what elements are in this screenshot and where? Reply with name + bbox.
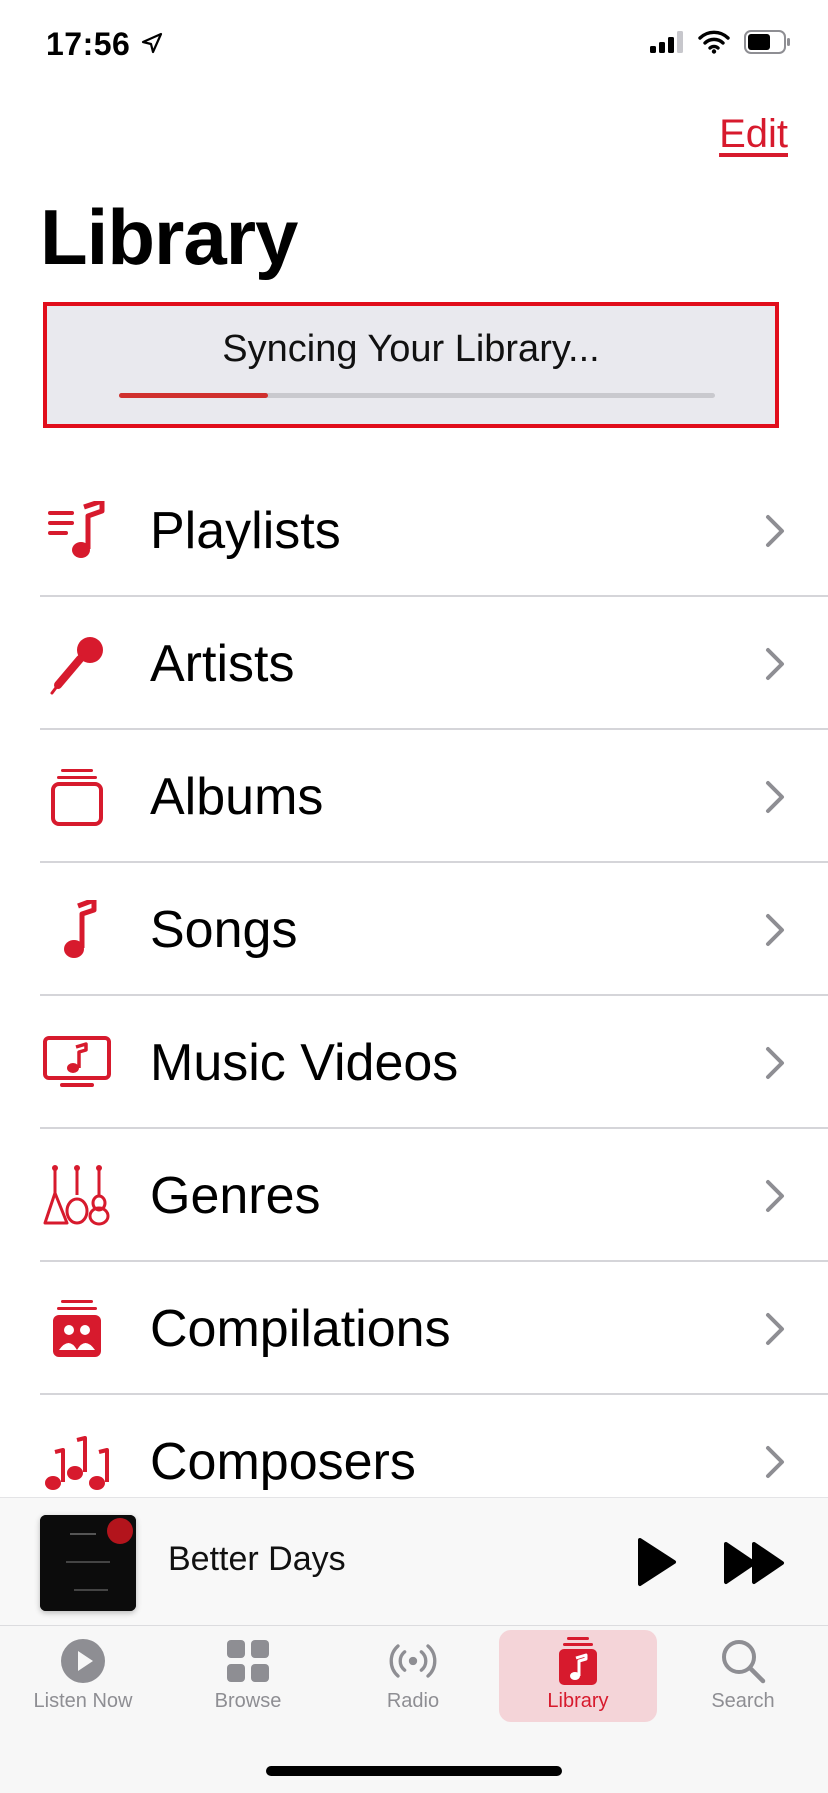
library-item-label: Compilations [150,1299,451,1358]
chevron-right-icon [760,777,790,817]
edit-button[interactable]: Edit [719,112,788,157]
cellular-signal-icon [650,31,684,58]
tab-label: Radio [386,1690,440,1712]
sync-progress-bar [119,393,715,398]
library-item-label: Genres [150,1166,321,1225]
album-stack-icon [40,760,114,834]
tab-library[interactable]: Library [499,1630,657,1722]
tab-label: Library [547,1690,609,1712]
library-item-songs[interactable]: Songs [40,863,828,996]
chevron-right-icon [760,1043,790,1083]
sync-status-text: Syncing Your Library... [222,328,600,370]
sync-status-banner: Syncing Your Library... [43,302,779,428]
library-item-compilations[interactable]: Compilations [40,1262,828,1395]
now-playing-title: Better Days [168,1540,346,1578]
mini-player[interactable]: Better Days [0,1497,828,1626]
chevron-right-icon [760,644,790,684]
library-item-label: Artists [150,634,295,693]
status-time-text: 17:56 [46,26,131,62]
tab-search[interactable]: Search [664,1630,822,1722]
microphone-icon [40,627,114,701]
music-note-icon [40,893,114,967]
home-indicator[interactable] [266,1766,562,1776]
tv-music-icon [40,1026,114,1100]
music-notes-icon [40,1425,114,1499]
library-item-label: Playlists [150,501,341,560]
chevron-right-icon [760,1309,790,1349]
page-title: Library [40,193,298,281]
guitars-icon [40,1159,114,1233]
status-bar-time: 17:56 [46,26,164,63]
library-item-label: Albums [150,767,324,826]
library-item-genres[interactable]: Genres [40,1129,828,1262]
tab-browse[interactable]: Browse [169,1630,327,1722]
library-item-label: Music Videos [150,1033,459,1092]
library-item-label: Songs [150,900,298,959]
grid-icon [223,1636,273,1686]
library-item-albums[interactable]: Albums [40,730,828,863]
compilation-people-icon [40,1292,114,1366]
playlists-icon [40,494,114,568]
sync-progress-fill [119,393,268,398]
forward-icon[interactable] [722,1538,788,1588]
library-item-music-videos[interactable]: Music Videos [40,996,828,1129]
tab-radio[interactable]: Radio [334,1630,492,1722]
library-item-playlists[interactable]: Playlists [40,464,828,597]
tab-label: Browse [214,1690,282,1712]
wifi-icon [698,30,730,59]
status-bar-indicators [650,30,792,59]
tab-label: Listen Now [33,1690,133,1712]
library-note-icon [553,1636,603,1686]
library-category-list: Playlists Artists Albums Songs Music Vid… [40,464,828,1528]
chevron-right-icon [760,910,790,950]
magnifier-icon [718,1636,768,1686]
library-item-label: Composers [150,1432,416,1491]
library-item-artists[interactable]: Artists [40,597,828,730]
location-arrow-icon [140,26,164,63]
play-icon[interactable] [632,1534,680,1590]
battery-icon [744,30,792,59]
album-artwork[interactable] [40,1515,136,1611]
chevron-right-icon [760,511,790,551]
chevron-right-icon [760,1442,790,1482]
play-circle-icon [58,1636,108,1686]
tab-listen-now[interactable]: Listen Now [4,1630,162,1722]
radio-waves-icon [388,1636,438,1686]
chevron-right-icon [760,1176,790,1216]
tab-label: Search [711,1690,775,1712]
